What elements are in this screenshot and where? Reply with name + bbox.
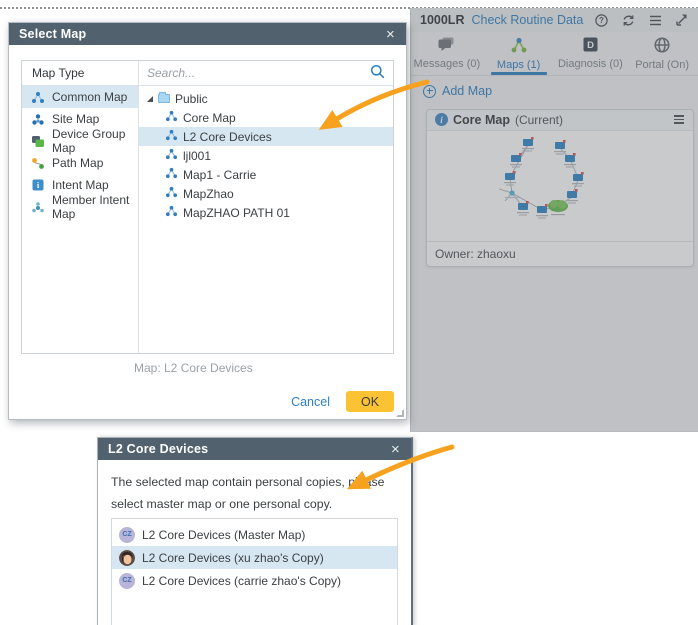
map-node-icon	[165, 167, 178, 182]
close-icon[interactable]: ×	[385, 27, 396, 42]
member-intent-map-icon	[31, 201, 45, 214]
map-type-device-group-map[interactable]: Device Group Map	[22, 130, 138, 152]
map-type-member-intent-map[interactable]: Member Intent Map	[22, 196, 138, 218]
map-node-icon	[165, 186, 178, 201]
map-card-title: Core Map	[453, 113, 510, 127]
map-type-path-map[interactable]: Path Map	[22, 152, 138, 174]
device-name: 1000LR	[420, 13, 464, 27]
option-carrie-zhao-copy[interactable]: CZ L2 Core Devices (carrie zhao's Copy)	[112, 569, 397, 592]
topology-preview	[427, 131, 693, 241]
diagnosis-icon: D	[583, 37, 598, 55]
path-map-icon	[31, 157, 45, 170]
search-icon[interactable]	[370, 64, 385, 82]
active-tab-underline	[491, 72, 547, 75]
tree-node-public[interactable]: Public	[139, 89, 393, 108]
panel-titlebar: 1000LR Check Routine Data ?	[411, 8, 698, 32]
tree-node-mapzhao-path-01[interactable]: MapZHAO PATH 01	[139, 203, 393, 222]
topology-icon	[510, 37, 528, 56]
add-map-button[interactable]: Add Map	[423, 84, 492, 98]
intent-map-icon: i	[31, 179, 45, 192]
map-card-header: i Core Map (Current)	[427, 110, 693, 131]
map-node-icon	[165, 129, 178, 144]
map-card-subtitle: (Current)	[515, 113, 563, 127]
map-card-owner: Owner: zhaoxu	[427, 241, 693, 266]
refresh-icon[interactable]	[621, 13, 635, 27]
common-map-icon	[31, 91, 45, 104]
map-tree: Public Core Map L2 Core Devices ljl001 M…	[139, 86, 393, 222]
option-master-map[interactable]: CZ L2 Core Devices (Master Map)	[112, 523, 397, 546]
option-xu-zhao-copy[interactable]: L2 Core Devices (xu zhao's Copy)	[112, 546, 397, 569]
avatar-photo	[119, 550, 135, 566]
select-map-dialog: Select Map × Map Type Common Map Site Ma…	[8, 22, 407, 420]
chat-bubble-icon	[438, 37, 455, 55]
copy-dialog-message: The selected map contain personal copies…	[111, 471, 398, 515]
tree-node-l2-core-devices[interactable]: L2 Core Devices	[139, 127, 393, 146]
svg-text:?: ?	[599, 16, 604, 25]
map-node-icon	[165, 148, 178, 163]
panel-tabs: Messages (0) Maps (1) D Diagnosis (0) Po…	[411, 32, 698, 76]
selection-summary: Map: L2 Core Devices	[134, 361, 253, 375]
tree-node-ljl001[interactable]: ljl001	[139, 146, 393, 165]
info-icon: i	[435, 113, 448, 126]
copy-options-list: CZ L2 Core Devices (Master Map) L2 Core …	[111, 518, 398, 625]
tab-maps[interactable]: Maps (1)	[483, 32, 555, 75]
caret-expanded-icon[interactable]	[147, 96, 153, 102]
menu-icon[interactable]	[648, 13, 662, 27]
close-icon[interactable]: ×	[390, 442, 401, 457]
tab-label: Messages (0)	[414, 58, 481, 70]
map-browser-panel: Public Core Map L2 Core Devices ljl001 M…	[139, 61, 393, 353]
copy-dialog-header: L2 Core Devices ×	[98, 438, 411, 460]
map-card-core-map[interactable]: i Core Map (Current)	[426, 109, 694, 267]
tab-label: Portal (On)	[635, 59, 689, 71]
device-group-map-icon	[31, 135, 45, 148]
add-map-label: Add Map	[442, 84, 492, 98]
globe-icon	[654, 37, 670, 56]
map-node-icon	[165, 205, 178, 220]
map-node-icon	[165, 110, 178, 125]
select-map-content: Map Type Common Map Site Map Device Grou…	[21, 60, 394, 354]
tab-label: Diagnosis (0)	[558, 58, 623, 70]
cloud-node	[548, 200, 568, 215]
svg-text:D: D	[587, 40, 594, 51]
help-icon[interactable]: ?	[594, 13, 608, 27]
search-input[interactable]	[147, 66, 370, 80]
routine-data-panel: 1000LR Check Routine Data ?	[410, 8, 698, 432]
map-type-header: Map Type	[22, 61, 138, 86]
tab-diagnosis[interactable]: D Diagnosis (0)	[555, 32, 627, 75]
cancel-button[interactable]: Cancel	[291, 395, 330, 409]
tab-messages[interactable]: Messages (0)	[411, 32, 483, 75]
resize-handle[interactable]	[396, 409, 404, 417]
dialog-title: Select Map	[19, 27, 86, 41]
avatar-cz: CZ	[119, 527, 135, 543]
ok-button[interactable]: OK	[346, 391, 394, 412]
tree-node-map1-carrie[interactable]: Map1 - Carrie	[139, 165, 393, 184]
tab-label: Maps (1)	[497, 59, 540, 71]
map-type-common-map[interactable]: Common Map	[22, 86, 138, 108]
avatar-cz: CZ	[119, 573, 135, 589]
search-row	[139, 61, 393, 86]
folder-icon	[158, 94, 170, 103]
tree-node-core-map[interactable]: Core Map	[139, 108, 393, 127]
panel-title: Check Routine Data	[471, 13, 583, 27]
site-map-icon	[31, 113, 45, 126]
tab-portal[interactable]: Portal (On)	[626, 32, 698, 75]
dialog-title: L2 Core Devices	[108, 442, 208, 456]
hamburger-icon[interactable]	[673, 112, 685, 127]
map-type-panel: Map Type Common Map Site Map Device Grou…	[22, 61, 139, 353]
select-map-dialog-header: Select Map ×	[9, 23, 406, 45]
tree-node-mapzhao[interactable]: MapZhao	[139, 184, 393, 203]
collapse-icon[interactable]	[675, 13, 689, 27]
copy-select-dialog: L2 Core Devices × The selected map conta…	[97, 437, 413, 625]
plus-circle-icon	[423, 85, 436, 98]
